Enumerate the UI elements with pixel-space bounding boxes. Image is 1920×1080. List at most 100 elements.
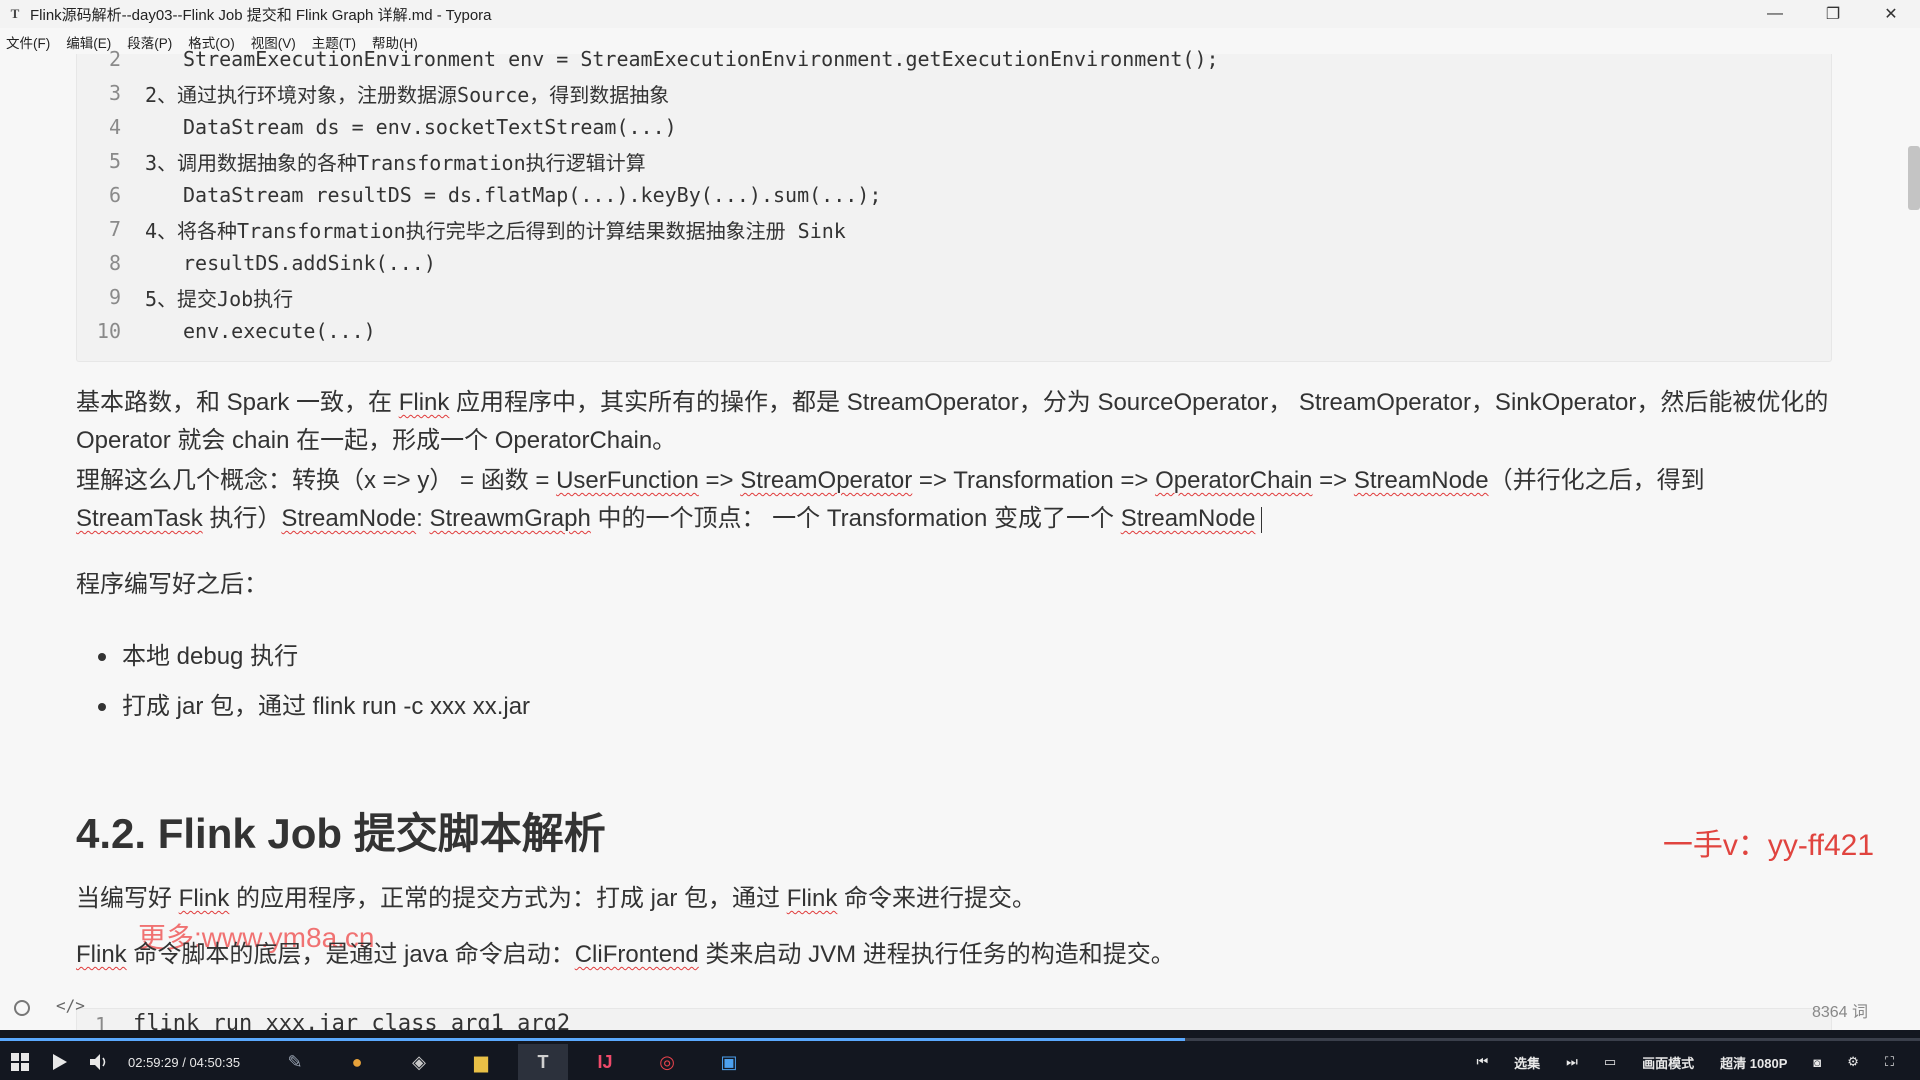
episodes-button[interactable]: 选集 bbox=[1514, 1053, 1540, 1072]
section-heading[interactable]: 4.2. Flink Job 提交脚本解析 bbox=[76, 800, 606, 861]
spellcheck-word[interactable]: StreamNode bbox=[281, 505, 416, 532]
text-run: 的应用程序，正常的提交方式为：打成 jar 包，通过 bbox=[229, 885, 787, 912]
settings-icon[interactable]: ⚙ bbox=[1847, 1054, 1859, 1070]
text-run: : bbox=[416, 505, 430, 532]
progress-fill bbox=[0, 1038, 1185, 1041]
progress-bar[interactable] bbox=[0, 1038, 1920, 1041]
line-number: 8 bbox=[108, 251, 121, 275]
code-line: 8 resultDS.addSink(...) bbox=[77, 246, 1831, 280]
text-run: 理解这么几个概念：转换（x => y） = 函数 = bbox=[76, 467, 557, 494]
title-bar: T Flink源码解析--day03--Flink Job 提交和 Flink … bbox=[0, 0, 1920, 28]
close-button[interactable]: ✕ bbox=[1862, 0, 1920, 28]
spellcheck-word[interactable]: OperatorChain bbox=[1155, 467, 1312, 494]
picture-mode-button[interactable]: 画面模式 bbox=[1642, 1053, 1694, 1072]
quality-button[interactable]: 超清 1080P bbox=[1720, 1053, 1787, 1072]
word-count[interactable]: 8364 词 bbox=[1812, 998, 1868, 1022]
spellcheck-word[interactable]: Flink bbox=[179, 885, 230, 912]
previous-icon[interactable]: ⏮ bbox=[1476, 1054, 1488, 1070]
code-text: env.execute(...) bbox=[183, 319, 376, 343]
player-right-controls: ⏮ 选集 ⏭ ▭ 画面模式 超清 1080P ◙ ⚙ ⛶ bbox=[1476, 1044, 1920, 1080]
intellij-icon[interactable]: IJ bbox=[580, 1044, 630, 1080]
code-text: StreamExecutionEnvironment env = StreamE… bbox=[183, 47, 1219, 71]
line-number: 2 bbox=[108, 47, 121, 71]
scrollbar-thumb[interactable] bbox=[1908, 146, 1920, 210]
code-line: 7 4、将各种Transformation执行完毕之后得到的计算结果数据抽象注册… bbox=[77, 212, 1831, 246]
list-item[interactable]: 本地 debug 执行 bbox=[98, 632, 530, 682]
status-bar: </> 8364 词 bbox=[0, 994, 1920, 1021]
spellcheck-word[interactable]: StreamTask bbox=[76, 505, 203, 532]
spellcheck-word[interactable]: StreamNode bbox=[1121, 505, 1256, 532]
window-title: Flink源码解析--day03--Flink Job 提交和 Flink Gr… bbox=[30, 6, 492, 24]
playback-timecode: 02:59:29 / 04:50:35 bbox=[128, 1054, 241, 1070]
media-player-icon[interactable]: ▣ bbox=[704, 1044, 754, 1080]
spellcheck-word[interactable]: CliFrontend bbox=[575, 941, 699, 968]
code-text: 3、调用数据抽象的各种Transformation执行逻辑计算 bbox=[145, 150, 646, 175]
list-item[interactable]: 打成 jar 包，通过 flink run -c xxx xx.jar bbox=[98, 682, 530, 732]
source-code-toggle-icon[interactable]: </> bbox=[56, 996, 85, 1015]
code-line: 4 DataStream ds = env.socketTextStream(.… bbox=[77, 110, 1831, 144]
spellcheck-word[interactable]: Flink bbox=[76, 941, 127, 968]
code-line: 5 3、调用数据抽象的各种Transformation执行逻辑计算 bbox=[77, 144, 1831, 178]
video-player-bar: 02:59:29 / 04:50:35 ✎ ● ◈ ▆ T IJ ◎ ▣ ⏮ 选集 ⏭ ▭ 画… bbox=[0, 1030, 1920, 1080]
chrome-icon[interactable]: ● bbox=[332, 1044, 382, 1080]
text-run: 类来启动 JVM 进程执行任务的构造和提交。 bbox=[698, 941, 1175, 968]
text-run: 命令来进行提交。 bbox=[837, 885, 1037, 912]
text-run: 当编写好 bbox=[76, 885, 179, 912]
next-icon[interactable]: ⏭ bbox=[1566, 1054, 1578, 1070]
code-line: 6 DataStream resultDS = ds.flatMap(...).… bbox=[77, 178, 1831, 212]
volume-icon[interactable] bbox=[80, 1044, 120, 1080]
paragraph-concepts[interactable]: 理解这么几个概念：转换（x => y） = 函数 = UserFunction … bbox=[76, 462, 1836, 538]
contact-watermark: 一手v：yy-ff421 bbox=[1662, 829, 1874, 862]
typora-app-icon: T bbox=[10, 6, 20, 21]
code-text: resultDS.addSink(...) bbox=[183, 251, 436, 275]
line-number: 6 bbox=[108, 183, 121, 207]
screenshot-icon[interactable]: ◙ bbox=[1813, 1055, 1821, 1070]
spellcheck-word[interactable]: StreamOperator bbox=[740, 467, 912, 494]
spellcheck-word[interactable]: StreamNode bbox=[1354, 467, 1489, 494]
paragraph-basic-routine[interactable]: 基本路数，和 Spark 一致，在 Flink 应用程序中，其实所有的操作，都是… bbox=[76, 384, 1836, 460]
paragraph-script-underlying[interactable]: Flink 命令脚本的底层，是通过 java 命令启动：CliFrontend … bbox=[76, 936, 1836, 974]
text-run: 基本路数，和 Spark 一致，在 bbox=[76, 389, 399, 416]
line-number: 4 bbox=[108, 115, 121, 139]
code-block[interactable]: 2 StreamExecutionEnvironment env = Strea… bbox=[76, 47, 1832, 362]
typora-icon[interactable]: T bbox=[518, 1044, 569, 1080]
paragraph-submit-method[interactable]: 当编写好 Flink 的应用程序，正常的提交方式为：打成 jar 包，通过 Fl… bbox=[76, 880, 1836, 918]
code-line: 2 StreamExecutionEnvironment env = Strea… bbox=[77, 42, 1831, 76]
outline-toggle-icon[interactable] bbox=[14, 1000, 30, 1016]
line-number: 10 bbox=[96, 319, 121, 343]
spellcheck-word[interactable]: UserFunction bbox=[556, 467, 699, 494]
text-run: 命令脚本的底层，是通过 java 命令启动： bbox=[126, 941, 575, 968]
menu-file[interactable]: 文件(F) bbox=[6, 32, 50, 52]
spellcheck-word[interactable]: StreawmGraph bbox=[429, 505, 590, 532]
line-number: 7 bbox=[108, 217, 121, 241]
paint-icon[interactable]: ✎ bbox=[270, 1044, 320, 1080]
window-controls: — ❐ ✕ bbox=[1746, 0, 1920, 28]
minimize-button[interactable]: — bbox=[1746, 0, 1804, 28]
maximize-button[interactable]: ❐ bbox=[1804, 0, 1862, 28]
text-run: => bbox=[698, 467, 741, 494]
code-text: DataStream ds = env.socketTextStream(...… bbox=[183, 115, 677, 139]
paragraph-after-writing[interactable]: 程序编写好之后： bbox=[76, 566, 1836, 604]
text-run: => Transformation => bbox=[912, 467, 1156, 494]
code-text: 5、提交Job执行 bbox=[145, 286, 294, 311]
line-number: 3 bbox=[108, 81, 121, 105]
netease-music-icon[interactable]: ◎ bbox=[642, 1044, 692, 1080]
code-text: DataStream resultDS = ds.flatMap(...).ke… bbox=[183, 183, 882, 207]
fullscreen-icon[interactable]: ⛶ bbox=[1885, 1054, 1894, 1070]
player-left-controls: 02:59:29 / 04:50:35 ✎ ● ◈ ▆ T IJ ◎ ▣ bbox=[0, 1044, 766, 1080]
play-icon[interactable] bbox=[40, 1044, 80, 1080]
folder-icon[interactable]: ▆ bbox=[456, 1044, 506, 1080]
spellcheck-word[interactable]: Flink bbox=[399, 389, 450, 416]
windows-start-icon[interactable] bbox=[0, 1044, 40, 1080]
pip-icon[interactable]: ▭ bbox=[1604, 1054, 1616, 1070]
text-caret bbox=[1261, 506, 1263, 533]
spellcheck-word[interactable]: Flink bbox=[787, 885, 838, 912]
text-run: => bbox=[1312, 467, 1354, 494]
bullet-list: 本地 debug 执行 打成 jar 包，通过 flink run -c xxx… bbox=[98, 632, 530, 732]
code-line: 3 2、通过执行环境对象，注册数据源Source，得到数据抽象 bbox=[77, 76, 1831, 110]
text-run: （并行化之后，得到 bbox=[1488, 467, 1705, 494]
code-text: 2、通过执行环境对象，注册数据源Source，得到数据抽象 bbox=[145, 82, 670, 107]
code-line: 9 5、提交Job执行 bbox=[77, 280, 1831, 314]
unity-icon[interactable]: ◈ bbox=[394, 1044, 444, 1080]
code-text: 4、将各种Transformation执行完毕之后得到的计算结果数据抽象注册 S… bbox=[145, 218, 846, 243]
